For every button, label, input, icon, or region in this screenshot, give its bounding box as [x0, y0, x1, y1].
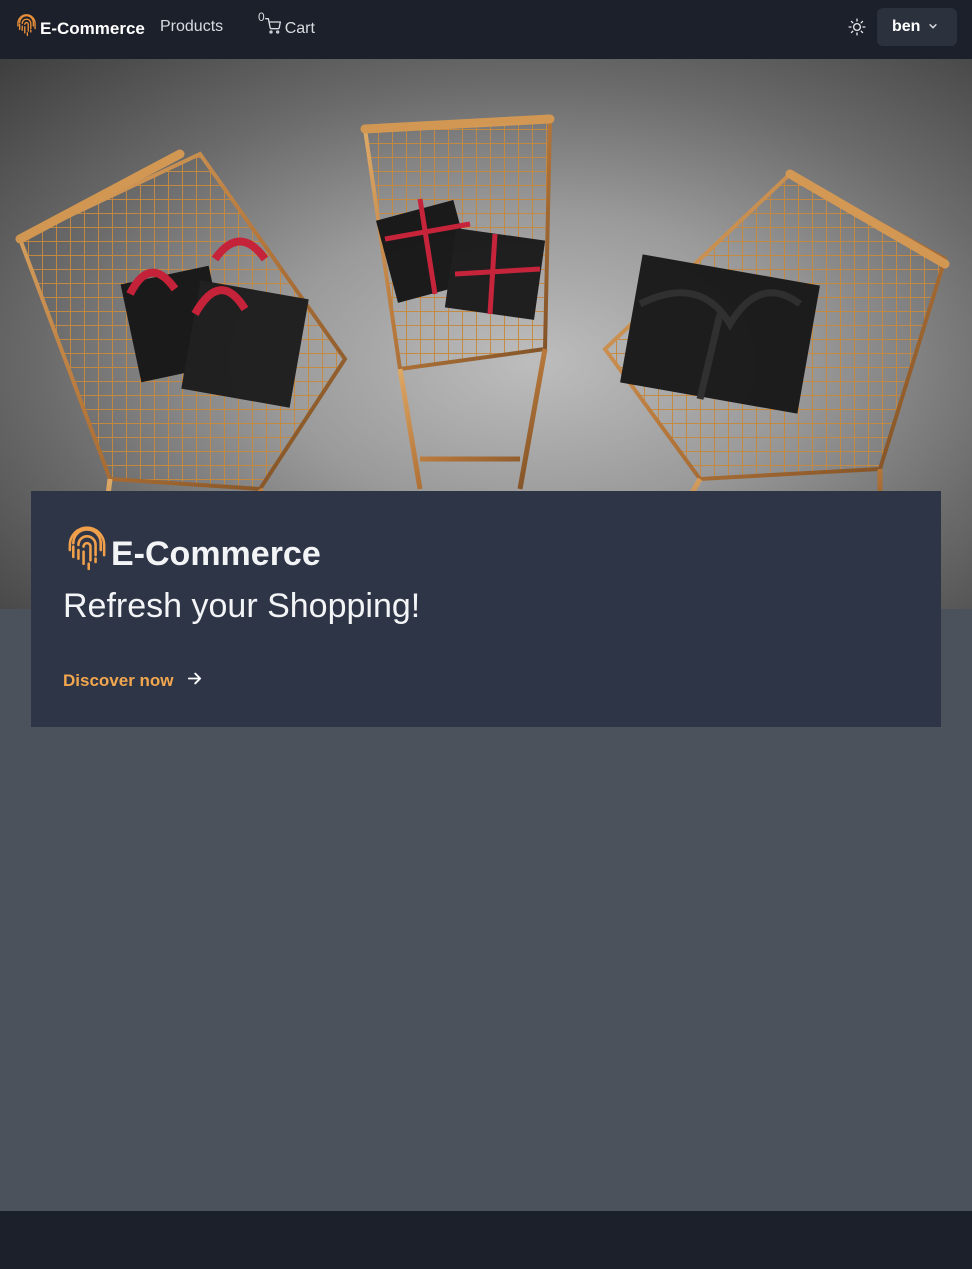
hero-brand-name: E-Commerce	[111, 535, 321, 573]
sun-icon	[848, 17, 866, 39]
user-menu-button[interactable]: ben	[877, 8, 957, 46]
nav-cart-link[interactable]: 0 Cart	[258, 11, 315, 39]
chevron-down-icon	[928, 18, 938, 36]
brand-name: E-Commerce	[40, 18, 145, 38]
cart-label: Cart	[284, 19, 315, 37]
brand-link[interactable]: E-Commerce	[16, 14, 145, 43]
discover-now-link[interactable]: Discover now	[63, 670, 203, 692]
hero-card: E-Commerce Refresh your Shopping! Discov…	[31, 491, 941, 727]
arrow-right-icon	[186, 670, 203, 692]
theme-toggle-button[interactable]	[846, 17, 868, 39]
middle-cart	[360, 114, 555, 490]
discover-now-label: Discover now	[63, 671, 174, 690]
hero-brand: E-Commerce	[66, 526, 321, 583]
user-name: ben	[892, 18, 921, 35]
footer	[0, 1211, 972, 1269]
nav-products-link[interactable]: Products	[160, 18, 223, 36]
fingerprint-icon	[66, 526, 108, 583]
navbar: E-Commerce Products 0 Cart ben	[0, 0, 972, 59]
fingerprint-icon	[16, 14, 37, 43]
shopping-cart-icon	[264, 18, 281, 39]
hero-tagline: Refresh your Shopping!	[63, 587, 421, 625]
cart-count-badge: 0	[258, 10, 265, 24]
